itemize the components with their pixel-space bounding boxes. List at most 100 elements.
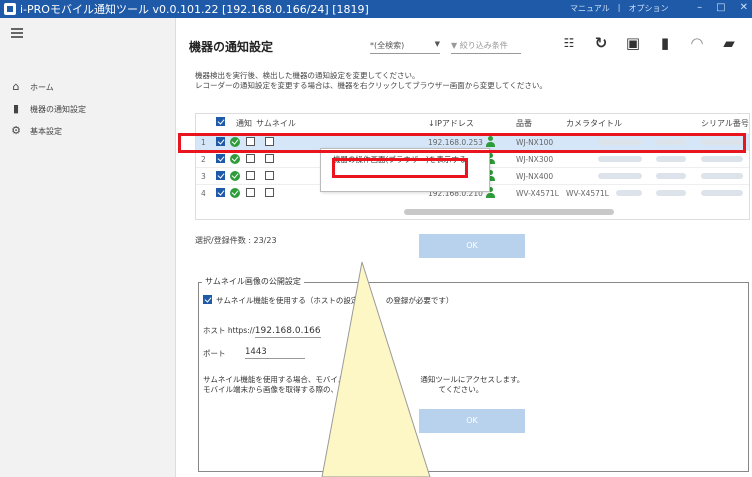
status-ok-icon: [230, 171, 240, 181]
manual-link[interactable]: マニュアル: [570, 3, 610, 14]
description: 機器検出を実行後、検出した機器の通知設定を変更してください。 レコーダーの通知設…: [195, 71, 547, 91]
thumbnail-settings-title: サムネイル画像の公開設定: [205, 277, 301, 286]
port-row: ポート 1443: [203, 347, 305, 359]
gear-icon: ⚙: [11, 124, 21, 137]
model: WV-X4571L: [516, 189, 559, 198]
camera-title: WV-X4571L: [566, 189, 609, 198]
table-header: 通知 サムネイル ↓IPアドレス 品番 カメラタイトル シリアル番号: [196, 114, 749, 132]
model: WJ-NX400: [516, 172, 554, 181]
note-line: モバイル端末から画像を取得する際の、ホスト: [203, 385, 361, 394]
row-index: 3: [201, 172, 206, 181]
notify-checkbox[interactable]: [246, 188, 255, 197]
filter-input[interactable]: ▼ 絞り込み条件: [451, 40, 521, 54]
description-line: レコーダーの通知設定を変更する場合は、機器を右クリックしてブラウザー画面から変更…: [195, 81, 547, 90]
sidebar-item-home[interactable]: ⌂ ホーム: [10, 81, 54, 93]
highlight-context-menu-item: [332, 158, 468, 178]
hamburger-menu-icon[interactable]: [11, 28, 23, 38]
thumbnail-enable-label: サムネイル機能を使用する（ホストの設定と: [216, 296, 366, 305]
highlight-selected-row: [178, 133, 746, 153]
row-checkbox[interactable]: [216, 171, 225, 180]
column-notify[interactable]: 通知: [236, 118, 252, 129]
redacted-value: [701, 190, 743, 196]
trash-icon[interactable]: ▮: [656, 34, 674, 52]
message-icon[interactable]: ▰: [720, 34, 738, 52]
close-button[interactable]: ✕: [740, 2, 748, 13]
app-icon: [4, 3, 16, 15]
column-thumbnail[interactable]: サムネイル: [256, 118, 296, 129]
filter-select-value: *(全検索): [370, 41, 405, 50]
model: WJ-NX300: [516, 155, 554, 164]
select-all-checkbox[interactable]: [216, 117, 225, 126]
sidebar-item-basic-settings[interactable]: ⚙ 基本設定: [10, 125, 62, 137]
redacted-value: [701, 173, 743, 179]
row-checkbox[interactable]: [216, 154, 225, 163]
search-device-icon[interactable]: ☷: [560, 34, 578, 52]
notify-checkbox[interactable]: [246, 171, 255, 180]
window-controls: – □ ✕: [697, 2, 748, 13]
filter-select[interactable]: *(全検索) ▼: [370, 40, 440, 54]
thumbnail-checkbox[interactable]: [265, 154, 274, 163]
options-link[interactable]: オプション: [628, 3, 668, 14]
scrollbar-thumb[interactable]: [404, 209, 614, 215]
filter-input-placeholder: 絞り込み条件: [459, 41, 508, 50]
redacted-value: [598, 156, 642, 162]
note-line: 通知ツールにアクセスします。: [420, 375, 525, 384]
thumbnail-checkbox[interactable]: [265, 188, 274, 197]
column-serial[interactable]: シリアル番号: [701, 118, 749, 129]
redacted-value: [701, 156, 743, 162]
status-ok-icon: [230, 188, 240, 198]
sidebar-item-device-settings[interactable]: ▮ 機器の通知設定: [10, 103, 86, 115]
toolbar: ☷ ↻ ▣ ▮ ◠ ▰: [560, 34, 738, 52]
thumbnail-enable-row: サムネイル機能を使用する（ホストの設定と の登録が必要です）: [203, 295, 453, 306]
row-index: 4: [201, 189, 206, 198]
thumbnail-note: サムネイル機能を使用する場合、モバイル端末 通知ツールにアクセスします。 モバイル…: [203, 375, 524, 395]
window-title: i-PROモバイル通知ツール v0.0.101.22 [192.168.0.16…: [20, 3, 369, 16]
maximize-button[interactable]: □: [716, 2, 725, 13]
network-icon[interactable]: ◠: [688, 34, 706, 52]
host-field[interactable]: 192.168.0.166: [254, 326, 321, 338]
status-ok-icon: [230, 154, 240, 164]
title-bar: i-PROモバイル通知ツール v0.0.101.22 [192.168.0.16…: [0, 0, 752, 18]
redacted-value: [616, 190, 642, 196]
filter-icon: ▼: [451, 41, 458, 50]
port-field[interactable]: 1443: [245, 347, 305, 359]
home-icon: ⌂: [12, 80, 20, 93]
thumbnail-settings-legend: サムネイル画像の公開設定: [202, 276, 304, 287]
redacted-value: [598, 173, 642, 179]
host-row: ホスト https://192.168.0.166: [203, 325, 321, 338]
thumbnail-enable-label-tail: の登録が必要です）: [385, 296, 454, 305]
horizontal-scrollbar[interactable]: [304, 207, 744, 217]
row-checkbox[interactable]: [216, 188, 225, 197]
sidebar-item-label: 機器の通知設定: [30, 104, 86, 114]
page-title: 機器の通知設定: [189, 40, 274, 54]
notify-checkbox[interactable]: [246, 154, 255, 163]
sidebar: ⌂ ホーム ▮ 機器の通知設定 ⚙ 基本設定: [0, 18, 176, 477]
thumbnail-checkbox[interactable]: [265, 171, 274, 180]
row-index: 2: [201, 155, 206, 164]
thumbnail-enable-checkbox[interactable]: [203, 295, 212, 304]
sidebar-item-label: 基本設定: [30, 126, 62, 136]
redacted-value: [656, 156, 686, 162]
description-line: 機器検出を実行後、検出した機器の通知設定を変更してください。: [195, 71, 420, 80]
top-menu: マニュアル | オプション: [570, 3, 668, 14]
port-label: ポート: [203, 349, 226, 358]
device-settings-icon: ▮: [12, 102, 20, 115]
thumbnail-ok-button[interactable]: OK: [419, 409, 525, 433]
note-line: てください。: [438, 385, 484, 394]
column-model[interactable]: 品番: [516, 118, 532, 129]
refresh-icon[interactable]: ↻: [592, 34, 610, 52]
host-label: ホスト https://: [203, 326, 255, 335]
column-ip[interactable]: ↓IPアドレス: [428, 118, 474, 129]
redacted-value: [656, 173, 686, 179]
redacted-value: [656, 190, 686, 196]
qr-code-icon[interactable]: ▣: [624, 34, 642, 52]
minimize-button[interactable]: –: [697, 2, 702, 13]
note-line: サムネイル機能を使用する場合、モバイル端末: [203, 375, 361, 384]
chevron-down-icon: ▼: [434, 40, 440, 48]
column-camera-title[interactable]: カメラタイトル: [566, 118, 622, 129]
sidebar-item-label: ホーム: [30, 82, 54, 92]
selection-count: 選択/登録件数 : 23/23: [195, 236, 277, 245]
main-content: 機器の通知設定 *(全検索) ▼ ▼ 絞り込み条件 ☷ ↻ ▣ ▮ ◠ ▰ 機器…: [177, 18, 752, 477]
ok-button[interactable]: OK: [419, 234, 525, 258]
menu-separator: |: [617, 3, 621, 12]
